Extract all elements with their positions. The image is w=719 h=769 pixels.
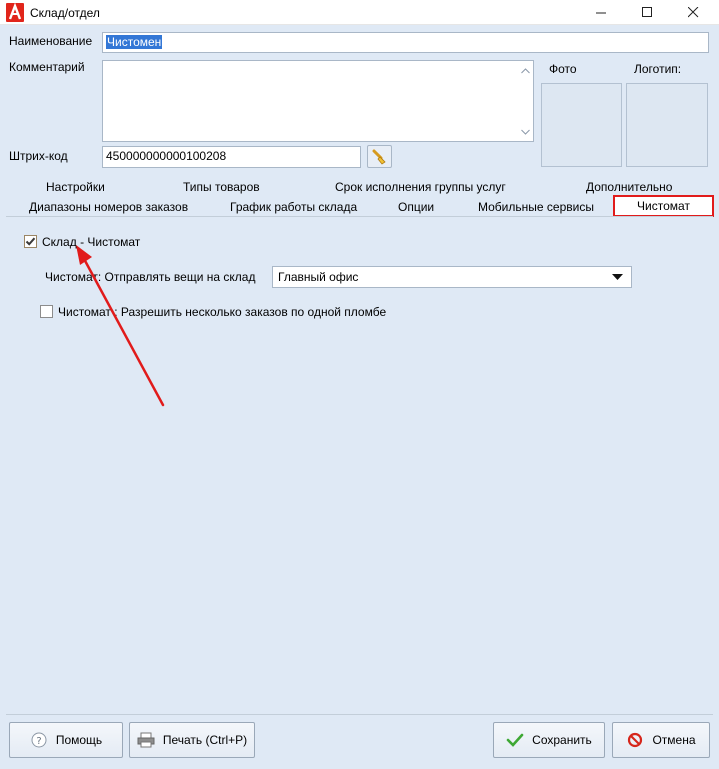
photo-label: Фото [549,62,577,76]
name-input-value: Чистомен [106,35,163,49]
help-icon: ? [30,731,48,749]
tab-chistomat[interactable]: Чистомат [613,195,714,217]
tab-additional[interactable]: Дополнительно [586,180,672,194]
dropdown-arrow-icon [612,274,623,280]
close-button[interactable] [670,0,716,25]
save-button-label: Сохранить [532,733,592,747]
tab-service-deadline[interactable]: Срок исполнения группы услуг [335,180,506,194]
name-input[interactable]: Чистомен [102,32,709,53]
comment-label: Комментарий [9,60,85,74]
logo-label: Логотип: [634,62,682,76]
help-button[interactable]: ? Помощь [9,722,123,758]
save-button[interactable]: Сохранить [493,722,605,758]
minimize-button[interactable] [578,0,624,25]
multi-orders-checkbox[interactable] [40,305,53,318]
print-button[interactable]: Печать (Ctrl+P) [129,722,255,758]
name-label: Наименование [9,34,93,48]
scroll-down-icon[interactable] [521,128,530,137]
tab-settings[interactable]: Настройки [46,180,105,194]
cancel-button-label: Отмена [652,733,696,747]
cancel-button[interactable]: Отмена [612,722,710,758]
bottom-separator [6,714,713,715]
help-button-label: Помощь [55,733,103,747]
minimize-icon [595,12,606,14]
photo-box[interactable] [541,83,622,167]
logo-box[interactable] [626,83,708,167]
tab-chistomat-label: Чистомат [637,199,690,213]
send-to-warehouse-select[interactable]: Главный офис [272,266,632,288]
checkmark-icon [506,731,524,749]
barcode-label: Штрих-код [9,149,68,163]
barcode-generate-button[interactable] [367,145,392,168]
maximize-button[interactable] [624,0,670,25]
tab-mobile-services[interactable]: Мобильные сервисы [478,200,594,214]
tab-options[interactable]: Опции [398,200,434,214]
tab-order-ranges[interactable]: Диапазоны номеров заказов [29,200,188,214]
close-icon [687,7,698,18]
app-logo-icon [6,3,24,22]
barcode-input[interactable]: 450000000000100208 [102,146,361,168]
send-to-warehouse-value: Главный офис [278,270,359,284]
printer-icon [137,731,155,749]
maximize-icon [641,7,652,17]
chistomat-enable-checkbox[interactable] [24,235,37,248]
tab-work-schedule[interactable]: График работы склада [230,200,357,214]
checkmark-icon [25,237,36,246]
tab-product-types[interactable]: Типы товаров [183,180,260,194]
cancel-icon [626,731,644,749]
print-button-label: Печать (Ctrl+P) [162,733,248,747]
scroll-up-icon[interactable] [521,67,530,76]
comment-textarea[interactable] [102,60,534,142]
window-title: Склад/отдел [30,6,100,20]
annotation-arrow [76,245,165,407]
svg-text:?: ? [36,736,41,747]
brush-icon [372,149,386,165]
title-bar: Склад/отдел [0,0,719,25]
